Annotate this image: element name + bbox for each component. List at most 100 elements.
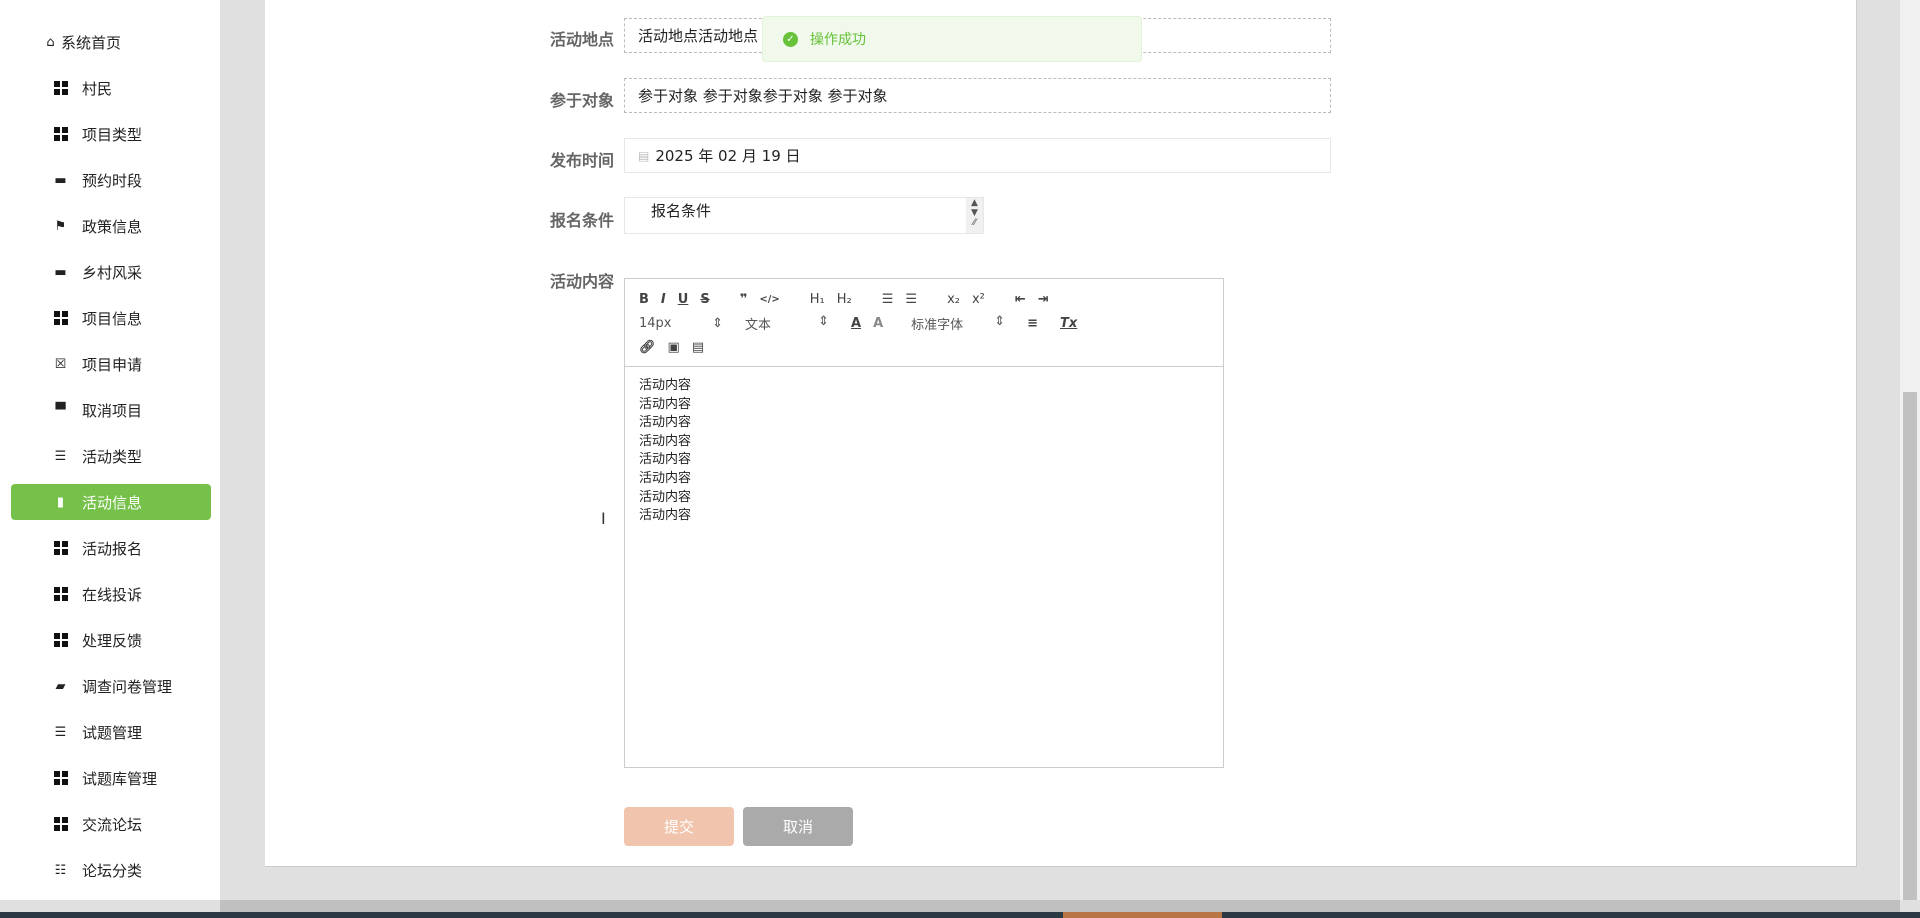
sidebar-item[interactable]: 活动报名 [11, 530, 211, 566]
sidebar-item[interactable]: ▀ 取消项目 [11, 392, 211, 428]
link-icon[interactable]: 🔗︎ [639, 340, 656, 355]
bar-chart-icon: ▮ [56, 494, 65, 510]
editor-line: 活动内容 [639, 433, 692, 449]
publish-time-label: 发布时间 [550, 151, 615, 170]
strike-icon[interactable]: S [700, 292, 709, 307]
editor-line: 活动内容 [639, 415, 692, 431]
sidebar-item-label: 交流论坛 [82, 815, 143, 834]
sidebar-item-label: 乡村风采 [82, 263, 143, 282]
superscript-icon[interactable]: x² [972, 292, 985, 307]
sidebar-item[interactable]: ⌂ 系统首页 [11, 24, 211, 60]
rich-text-editor[interactable]: B I U S ❞ </> H₁ H₂ ☰ ☰ x₂ x² ⇤ ⇥ 14px ⇕ … [624, 278, 1224, 768]
sidebar-item-label: 预约时段 [82, 171, 143, 190]
grid-icon [53, 587, 68, 602]
cancel-button[interactable]: 取消 [743, 807, 853, 846]
taskbar-active-item[interactable] [1063, 912, 1222, 918]
sidebar-item[interactable]: ▮ 活动信息 [11, 484, 211, 520]
bullet-list-icon[interactable]: ☰ [905, 292, 917, 307]
briefcase-icon: ▬ [54, 264, 67, 280]
blockquote-icon[interactable]: ❞ [740, 292, 748, 307]
grid-icon [53, 311, 68, 326]
sidebar-item-label: 调查问卷管理 [82, 677, 173, 696]
indent-icon[interactable]: ⇥ [1038, 292, 1049, 307]
image-icon[interactable]: ▣ [668, 340, 680, 355]
editor-line: 活动内容 [639, 452, 692, 468]
italic-icon[interactable]: I [661, 292, 666, 307]
condition-value: 报名条件 [651, 202, 712, 220]
textarea-scrollbar[interactable]: ▲ ▼ ⁄⁄ [966, 198, 983, 233]
wallet-icon: ▰ [55, 678, 66, 694]
header-select[interactable]: 文本 ⇕ [745, 314, 829, 333]
sidebar-item[interactable]: 处理反馈 [11, 622, 211, 658]
text-cursor-icon: I [601, 509, 606, 528]
horizontal-scrollbar[interactable] [220, 900, 1900, 912]
sidebar-item[interactable]: ⚑ 政策信息 [11, 208, 211, 244]
content-label: 活动内容 [550, 272, 615, 291]
subscript-icon[interactable]: x₂ [947, 292, 960, 307]
bold-icon[interactable]: B [639, 292, 649, 307]
sidebar-item-label: 项目信息 [82, 309, 143, 328]
sidebar-item[interactable]: ☒ 项目申请 [11, 346, 211, 382]
sidebar-item-label: 试题库管理 [82, 769, 158, 788]
grid-icon [53, 771, 68, 786]
font-family-select[interactable]: 标准字体 ⇕ [911, 314, 1005, 333]
sidebar-item[interactable]: ▬ 预约时段 [11, 162, 211, 198]
grid-icon [53, 81, 68, 96]
sidebar-item-label: 试题管理 [82, 723, 143, 742]
vertical-scrollbar[interactable] [1900, 0, 1920, 900]
sidebar-item[interactable]: 项目类型 [11, 116, 211, 152]
sidebar-item[interactable]: ▰ 调查问卷管理 [11, 668, 211, 704]
publish-time-value: 2025 年 02 月 19 日 [655, 147, 801, 165]
target-input[interactable]: 参于对象 参于对象参于对象 参于对象 [624, 78, 1331, 113]
sidebar-item[interactable]: 交流论坛 [11, 806, 211, 842]
sidebar-item[interactable]: 在线投诉 [11, 576, 211, 612]
editor-line: 活动内容 [639, 396, 692, 412]
publish-time-input[interactable]: ▤ 2025 年 02 月 19 日 [624, 138, 1331, 173]
sidebar-item[interactable]: ☷ 论坛分类 [11, 852, 211, 888]
text-color-icon[interactable]: A [851, 316, 861, 331]
grid-icon [53, 127, 68, 142]
video-icon[interactable]: ▤ [692, 340, 704, 355]
location-label: 活动地点 [550, 30, 615, 49]
scrollbar-thumb[interactable] [1903, 392, 1917, 900]
editor-content[interactable]: 活动内容 活动内容 活动内容 活动内容 活动内容 活动内容 活动内容 活动内容 [625, 367, 1223, 536]
h1-icon[interactable]: H₁ [810, 292, 825, 307]
sidebar-item-label: 活动信息 [82, 493, 143, 512]
sidebar-item-label: 论坛分类 [82, 861, 143, 880]
align-icon[interactable]: ≡ [1027, 316, 1038, 331]
sidebar-item-label: 系统首页 [61, 33, 122, 52]
list-indent-icon: ☰ [54, 448, 67, 464]
sidebar-item[interactable]: 村民 [11, 70, 211, 106]
select-arrows-icon: ⇕ [818, 313, 829, 329]
list-icon: ☰ [54, 724, 67, 740]
condition-label: 报名条件 [550, 211, 615, 230]
flag-icon: ⚑ [54, 218, 67, 234]
sidebar-item-label: 处理反馈 [82, 631, 143, 650]
background-color-icon[interactable]: A [873, 316, 883, 331]
sidebar-item-label: 取消项目 [82, 401, 143, 420]
submit-button[interactable]: 提交 [624, 807, 734, 846]
sidebar-item[interactable]: 项目信息 [11, 300, 211, 336]
header-value: 文本 [745, 317, 772, 333]
sidebar-item[interactable]: ☰ 活动类型 [11, 438, 211, 474]
sidebar-item[interactable]: ☰ 试题管理 [11, 714, 211, 750]
sidebar-item-label: 政策信息 [82, 217, 143, 236]
editor-line: 活动内容 [639, 508, 692, 524]
clear-format-icon[interactable]: Tx [1060, 316, 1077, 331]
monitor-icon: ▀ [55, 402, 66, 418]
outdent-icon[interactable]: ⇤ [1015, 292, 1026, 307]
grid-icon [53, 633, 68, 648]
condition-textarea[interactable]: 报名条件 ▲ ▼ ⁄⁄ [624, 197, 984, 234]
font-size-select[interactable]: 14px ⇕ [639, 316, 723, 331]
font-size-value: 14px [639, 315, 672, 331]
font-family-value: 标准字体 [911, 317, 964, 333]
ordered-list-icon[interactable]: ☰ [882, 292, 894, 307]
underline-icon[interactable]: U [678, 292, 689, 307]
grid-icon [53, 541, 68, 556]
code-block-icon[interactable]: </> [759, 294, 779, 305]
sidebar-item[interactable]: ▬ 乡村风采 [11, 254, 211, 290]
sidebar-item[interactable]: 试题库管理 [11, 760, 211, 796]
sidebar-item-label: 项目申请 [82, 355, 143, 374]
sidebar-item-label: 活动类型 [82, 447, 143, 466]
h2-icon[interactable]: H₂ [837, 292, 852, 307]
